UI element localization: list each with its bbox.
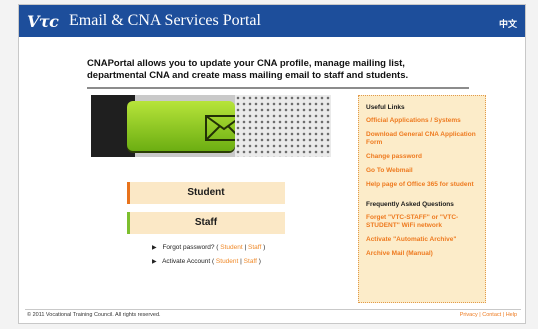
activate-account-label: Activate Account ( [162,258,215,265]
forgot-password-staff-link[interactable]: Staff [248,244,261,251]
intro-divider [87,87,469,89]
portal-frame: Vτc Email & CNA Services Portal 中文 CNAPo… [18,4,526,324]
activate-student-link[interactable]: Student [216,258,238,265]
useful-link-office365-help[interactable]: Help page of Office 365 for student [366,181,478,189]
useful-link-change-password[interactable]: Change password [366,153,478,161]
vtc-logo: Vτc [27,12,59,31]
role-buttons: Student Staff [127,182,287,242]
faq-heading: Frequently Asked Questions [366,201,454,208]
link-separator: | [240,258,242,265]
staff-button-label: Staff [194,217,218,228]
faq-link-auto-archive[interactable]: Activate "Automatic Archive" [366,236,478,244]
close-paren: ) [263,244,266,251]
student-accent-bar [127,182,130,204]
page-title: Email & CNA Services Portal [69,12,261,29]
account-links: ▶ Forgot password? ( Student | Staff ) ▶… [152,241,265,269]
activate-staff-link[interactable]: Staff [244,258,257,265]
student-button-label: Student [187,187,225,198]
contact-link[interactable]: Contact [482,312,501,318]
banner-green-key [127,101,243,151]
useful-link-official-apps[interactable]: Official Applications / Systems [366,117,478,125]
help-link[interactable]: Help [506,312,517,318]
useful-link-webmail[interactable]: Go To Webmail [366,167,478,175]
footer-links: Privacy | Contact | Help [460,312,517,318]
forgot-password-label: Forgot password? ( [162,244,219,251]
useful-links-panel: Useful Links Official Applications / Sys… [358,95,486,303]
staff-button[interactable]: Staff [127,212,285,234]
forgot-password-student-link[interactable]: Student [220,244,242,251]
close-paren: ) [258,258,261,265]
copyright-text: © 2011 Vocational Training Council. All … [27,312,161,318]
forgot-password-row: ▶ Forgot password? ( Student | Staff ) [152,241,265,255]
link-separator: | [244,244,247,251]
triangle-bullet-icon: ▶ [152,259,157,265]
useful-links-heading: Useful Links [366,104,405,111]
banner-dot-pattern [235,95,331,157]
footer-separator: | [502,312,505,318]
useful-link-download-form[interactable]: Download General CNA Application Form [366,131,478,147]
intro-text: CNAPortal allows you to update your CNA … [87,58,409,81]
footer-divider [25,309,521,310]
activate-account-row: ▶ Activate Account ( Student | Staff ) [152,255,265,269]
privacy-link[interactable]: Privacy [460,312,478,318]
student-button[interactable]: Student [127,182,285,204]
language-toggle[interactable]: 中文 [499,17,517,30]
faq-link-archive-mail[interactable]: Archive Mail (Manual) [366,250,478,258]
staff-accent-bar [127,212,130,234]
faq-link-wifi[interactable]: Forget "VTC-STAFF" or "VTC-STUDENT" WiFi… [366,214,478,230]
email-key-banner [91,95,331,157]
header-bar: Vτc Email & CNA Services Portal 中文 [19,5,525,37]
footer-separator: | [479,312,481,318]
triangle-bullet-icon: ▶ [152,245,157,251]
